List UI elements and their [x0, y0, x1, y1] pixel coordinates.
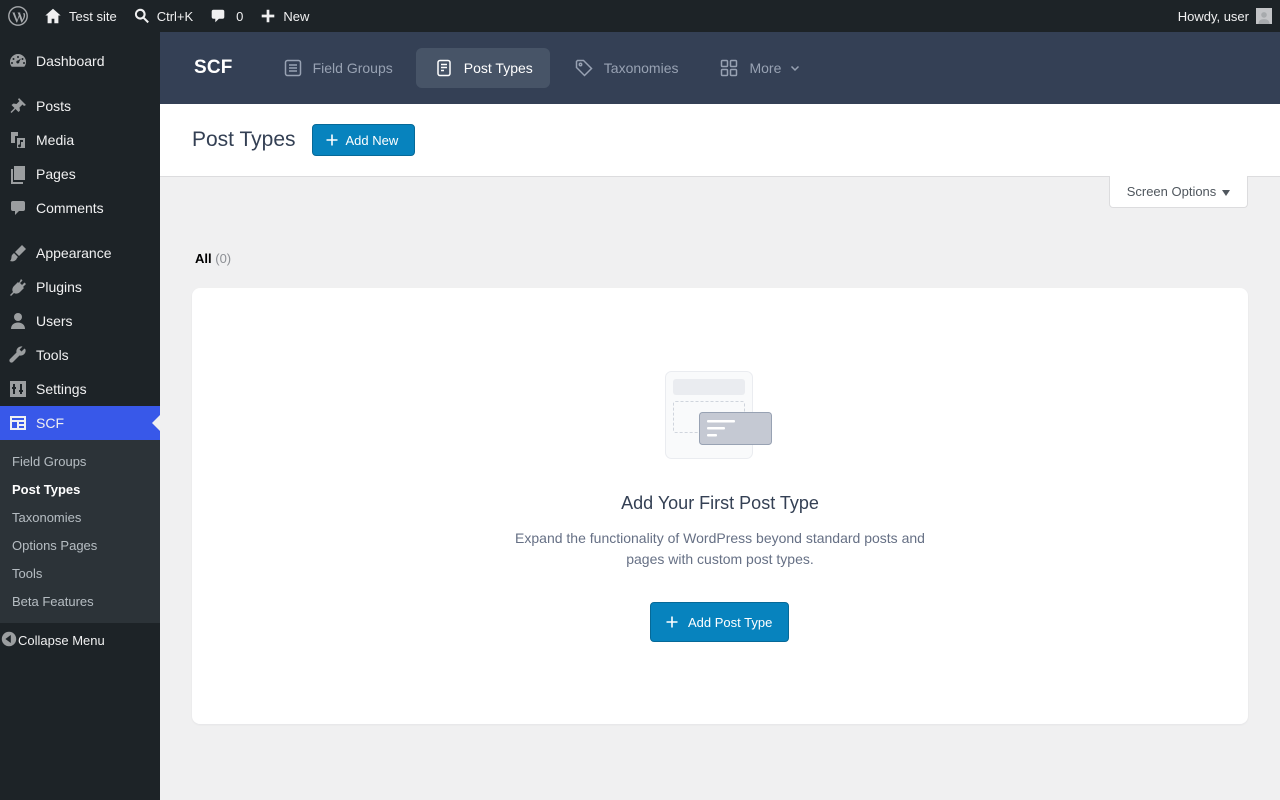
collapse-menu-label: Collapse Menu	[18, 632, 105, 648]
caret-down-icon	[1222, 189, 1231, 196]
plus-icon	[326, 134, 338, 146]
status-filter: All (0)	[195, 251, 231, 266]
comment-icon	[211, 9, 225, 23]
sidebar-label: Comments	[36, 200, 104, 216]
tab-label: Taxonomies	[603, 60, 679, 76]
empty-state-title: Add Your First Post Type	[621, 493, 819, 513]
new-label: New	[283, 8, 310, 24]
sidebar-label: Dashboard	[36, 53, 105, 69]
post-types-icon	[437, 59, 451, 77]
plugin-icon	[0, 277, 36, 297]
dashboard-icon	[0, 51, 36, 71]
submenu-item-options-pages[interactable]: Options Pages	[0, 531, 160, 559]
sidebar-item-media[interactable]: Media	[0, 123, 160, 157]
pin-icon	[0, 96, 36, 116]
my-account-link[interactable]: Howdy, user	[1170, 0, 1280, 32]
scf-submenu: Field Groups Post Types Taxonomies Optio…	[0, 440, 160, 623]
search-icon	[134, 8, 149, 24]
empty-state-description: Expand the functionality of WordPress be…	[515, 530, 925, 567]
sidebar-label: Pages	[36, 166, 76, 182]
tab-taxonomies[interactable]: Taxonomies	[556, 48, 696, 88]
site-name-link[interactable]: Test site	[36, 0, 125, 32]
command-search[interactable]: Ctrl+K	[125, 0, 201, 32]
wordpress-logo-icon[interactable]	[0, 0, 36, 32]
add-new-button[interactable]: Add New	[311, 124, 416, 156]
plus-icon	[666, 616, 678, 628]
add-post-type-button[interactable]: Add Post Type	[650, 602, 790, 642]
sidebar-label: SCF	[36, 415, 64, 431]
grid-icon	[0, 413, 36, 433]
wrench-icon	[0, 345, 36, 365]
home-icon	[45, 8, 61, 24]
add-post-type-label: Add Post Type	[688, 614, 773, 630]
sidebar-item-posts[interactable]: Posts	[0, 89, 160, 123]
page-title: Post Types	[192, 128, 296, 151]
brush-icon	[0, 243, 36, 263]
submenu-item-tools[interactable]: Tools	[0, 559, 160, 587]
tab-field-groups[interactable]: Field Groups	[265, 48, 410, 88]
submenu-item-post-types[interactable]: Post Types	[0, 475, 160, 503]
sidebar-item-users[interactable]: Users	[0, 304, 160, 338]
plus-icon	[262, 9, 275, 23]
sidebar-label: Settings	[36, 381, 87, 397]
sidebar-label: Appearance	[36, 245, 112, 261]
sidebar-item-tools[interactable]: Tools	[0, 338, 160, 372]
filter-count: (0)	[215, 251, 232, 266]
avatar	[1256, 8, 1272, 24]
sidebar-item-dashboard[interactable]: Dashboard	[0, 44, 160, 78]
sidebar-label: Media	[36, 132, 75, 148]
sidebar-label: Tools	[36, 347, 69, 363]
pages-icon	[0, 164, 36, 184]
tab-label: Post Types	[463, 60, 533, 76]
media-icon	[0, 130, 36, 150]
submenu-item-field-groups[interactable]: Field Groups	[0, 447, 160, 475]
sidebar-label: Users	[36, 313, 73, 329]
admin-sidebar: Dashboard Posts Media Pages Comments App…	[0, 32, 160, 800]
sidebar-item-pages[interactable]: Pages	[0, 157, 160, 191]
comments-count: 0	[236, 8, 244, 24]
tab-post-types[interactable]: Post Types	[415, 48, 550, 88]
collapse-icon	[0, 630, 18, 651]
sidebar-item-settings[interactable]: Settings	[0, 372, 160, 406]
user-icon	[0, 311, 36, 331]
tab-more[interactable]: More	[701, 48, 818, 88]
sidebar-item-appearance[interactable]: Appearance	[0, 236, 160, 270]
field-groups-icon	[284, 59, 301, 77]
sidebar-label: Posts	[36, 98, 72, 114]
tab-label: Field Groups	[312, 60, 393, 76]
empty-state-card: Add Your First Post Type Expand the func…	[192, 288, 1248, 724]
comments-link[interactable]: 0	[201, 0, 251, 32]
screen-options-button[interactable]: Screen Options	[1109, 176, 1248, 208]
scf-logo: SCF	[194, 57, 233, 78]
scf-header: SCF Field Groups Post Types Taxonomies M…	[160, 32, 1280, 104]
settings-icon	[0, 379, 36, 399]
chevron-down-icon	[791, 65, 800, 72]
screen-options-label: Screen Options	[1126, 184, 1217, 199]
sidebar-item-plugins[interactable]: Plugins	[0, 270, 160, 304]
sidebar-item-scf[interactable]: SCF	[0, 406, 160, 440]
comment-icon	[0, 198, 36, 218]
empty-post-types-illustration-icon	[665, 371, 772, 459]
page-title-bar: Post Types Add New	[160, 104, 1280, 177]
user-avatar-icon	[1258, 12, 1270, 24]
submenu-item-taxonomies[interactable]: Taxonomies	[0, 503, 160, 531]
site-name-label: Test site	[69, 8, 117, 24]
howdy-label: Howdy, user	[1177, 8, 1249, 24]
tab-label: More	[749, 60, 782, 76]
search-shortcut-label: Ctrl+K	[156, 8, 194, 24]
filter-all-link[interactable]: All	[195, 251, 212, 266]
sidebar-label: Plugins	[36, 279, 82, 295]
add-new-label: Add New	[345, 132, 399, 148]
sidebar-item-comments[interactable]: Comments	[0, 191, 160, 225]
submenu-item-beta-features[interactable]: Beta Features	[0, 587, 160, 615]
new-content-link[interactable]: New	[251, 0, 317, 32]
admin-bar: Test site Ctrl+K 0 New Howdy, user	[0, 0, 1280, 32]
tag-icon	[575, 59, 593, 77]
more-grid-icon	[721, 59, 738, 77]
collapse-menu-button[interactable]: Collapse Menu	[0, 623, 160, 657]
